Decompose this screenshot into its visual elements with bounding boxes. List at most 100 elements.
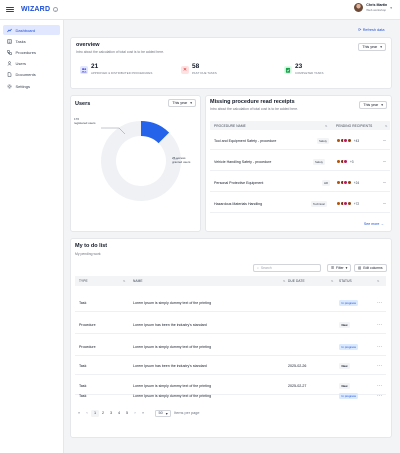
brand-chevron-icon[interactable]: ⌄ [53, 7, 59, 12]
next-page-icon[interactable]: › [131, 411, 139, 415]
status-badge: In progress [339, 299, 359, 306]
stat-value: 58 [192, 63, 200, 70]
receipts-period-select[interactable]: This year ▾ [359, 101, 387, 109]
table-row[interactable]: Task Lorem Ipsum is simply dummy text of… [75, 389, 386, 403]
status-badge: In progress [339, 393, 359, 399]
edit-columns-button[interactable]: ▥ Edit columns [354, 264, 387, 272]
receipts-subtitle: Intro about the calculation of total cos… [210, 106, 299, 111]
recipient-avatars: +3 [335, 159, 354, 164]
col-procedure-name[interactable]: Procedure name [214, 124, 246, 128]
sort-icon[interactable]: ⇅ [377, 279, 380, 283]
col-due-date[interactable]: Due date [288, 279, 305, 283]
top-bar: WIZARD ⌄ Chris Martin Web workshop ▾ [0, 0, 400, 20]
sort-icon[interactable]: ⇅ [325, 124, 328, 128]
row-name[interactable]: Lorem Ipsum is simply dummy text of the … [133, 345, 211, 349]
page-button[interactable]: 1 [91, 409, 99, 417]
more-options-icon[interactable]: ··· [377, 344, 382, 350]
sidebar-item-users[interactable]: Users [3, 59, 60, 69]
chevron-down-icon: ▾ [380, 45, 382, 49]
search-input[interactable]: ⌕ Search [253, 264, 321, 272]
per-page-select[interactable]: 50 ▾ [155, 409, 172, 417]
sort-icon[interactable]: ⇅ [385, 124, 388, 128]
procedure-name[interactable]: Personal Protective Equipment [214, 181, 263, 185]
donut-slice-registered-users[interactable] [101, 121, 181, 201]
sort-icon[interactable]: ⇅ [331, 279, 334, 283]
row-name[interactable]: Lorem Ipsum is simply dummy text of the … [133, 301, 211, 305]
more-options-icon[interactable]: ··· [383, 201, 387, 207]
row-name[interactable]: Lorem Ipsum has been the industry's stan… [133, 323, 207, 327]
people-icon [80, 65, 88, 74]
page-button[interactable]: 2 [99, 411, 107, 415]
col-status[interactable]: Status [339, 279, 352, 283]
receipt-row[interactable]: Vehicle Handling Safety - procedure Safe… [210, 153, 390, 171]
more-options-icon[interactable]: ··· [377, 393, 382, 399]
overview-period-select[interactable]: This year ▾ [358, 43, 386, 51]
procedure-name[interactable]: Tool and Equipment Safety - procedure [214, 139, 276, 143]
table-row[interactable]: Task Lorem Ipsum has been the industry's… [75, 357, 386, 375]
table-row[interactable]: Procedure Lorem Ipsum has been the indus… [75, 316, 386, 334]
sidebar-item-dashboard[interactable]: Dashboard [3, 25, 60, 36]
receipt-row[interactable]: Personal Protective Equipment HR +24 ··· [210, 174, 390, 192]
more-options-icon[interactable]: ··· [377, 300, 382, 306]
table-row[interactable]: Procedure Lorem Ipsum is simply dummy te… [75, 338, 386, 356]
procedure-name[interactable]: Hazardous Materials Handling [214, 202, 262, 206]
avatar[interactable] [354, 3, 364, 12]
col-type[interactable]: Type [79, 279, 88, 283]
previous-page-icon[interactable]: ‹ [83, 411, 91, 415]
recipient-count: +43 [353, 138, 360, 143]
row-name[interactable]: Lorem Ipsum is simply dummy text of the … [133, 394, 211, 398]
stat-label: Approved & distributed procedures [91, 71, 153, 75]
chevron-down-icon[interactable]: ▾ [390, 6, 392, 10]
receipt-row[interactable]: Hazardous Materials Handling Technical +… [210, 195, 390, 213]
filter-button[interactable]: ☰ Filter ▾ [327, 264, 352, 272]
stat-past-due: ✕ 58 Past due tasks [181, 63, 217, 75]
sidebar-item-tasks[interactable]: Tasks [3, 36, 60, 46]
document-icon [7, 72, 12, 78]
sidebar-item-label: Settings [15, 83, 30, 89]
recipient-avatars: +72 [335, 201, 359, 206]
more-options-icon[interactable]: ··· [377, 383, 382, 389]
sidebar-item-settings[interactable]: Settings [3, 81, 60, 91]
sidebar-item-documents[interactable]: Documents [3, 70, 60, 80]
sort-icon[interactable]: ⇅ [283, 279, 286, 283]
users-icon [7, 61, 12, 66]
last-page-icon[interactable]: » [139, 411, 147, 415]
more-options-icon[interactable]: ··· [377, 322, 382, 328]
gear-icon [7, 84, 12, 89]
more-options-icon[interactable]: ··· [383, 180, 387, 186]
search-placeholder: Search [260, 266, 272, 270]
col-pending-recipients[interactable]: Pending recipients [336, 124, 372, 128]
per-page-label: Items per page [174, 411, 200, 415]
callout-access: 25 access granted users [172, 156, 190, 165]
more-options-icon[interactable]: ··· [383, 138, 387, 144]
row-name[interactable]: Lorem Ipsum has been the industry's stan… [133, 364, 207, 368]
table-row[interactable]: Task Lorem Ipsum is simply dummy text of… [75, 294, 386, 312]
row-type: Procedure [79, 344, 96, 349]
row-name[interactable]: Lorem Ipsum is simply dummy text of the … [133, 384, 211, 388]
procedure-name[interactable]: Vehicle Handling Safety - procedure [214, 160, 271, 164]
stat-value: 21 [91, 63, 99, 70]
see-more-link[interactable]: See more → [364, 222, 384, 226]
row-type: Task [79, 394, 87, 398]
page-button[interactable]: 5 [123, 411, 131, 415]
stat-label: Completed tasks [295, 71, 324, 75]
page-button[interactable]: 4 [115, 411, 123, 415]
chevron-down-icon: ▾ [345, 266, 348, 270]
sidebar-item-label: Dashboard [15, 27, 36, 33]
first-page-icon[interactable]: « [75, 411, 83, 415]
users-period-select[interactable]: This year ▾ [168, 99, 196, 107]
read-receipts-card: Missing procedure read receipts Intro ab… [205, 95, 392, 232]
more-options-icon[interactable]: ··· [377, 363, 382, 369]
user-menu[interactable]: Chris Martin Web workshop ▾ [354, 3, 392, 12]
brand-logo[interactable]: WIZARD [21, 6, 50, 13]
row-type: Task [79, 300, 87, 305]
receipt-row[interactable]: Tool and Equipment Safety - procedure Sa… [210, 132, 390, 150]
sort-icon[interactable]: ⇅ [123, 279, 126, 283]
more-options-icon[interactable]: ··· [383, 159, 387, 165]
hamburger-menu-icon[interactable] [6, 6, 14, 13]
col-name[interactable]: Name [133, 279, 143, 283]
sidebar-item-procedures[interactable]: Procedures [3, 48, 60, 58]
page-button[interactable]: 3 [107, 411, 115, 415]
status-badge: New [339, 362, 350, 369]
refresh-data-button[interactable]: ⟳ Refresh data [358, 27, 384, 33]
